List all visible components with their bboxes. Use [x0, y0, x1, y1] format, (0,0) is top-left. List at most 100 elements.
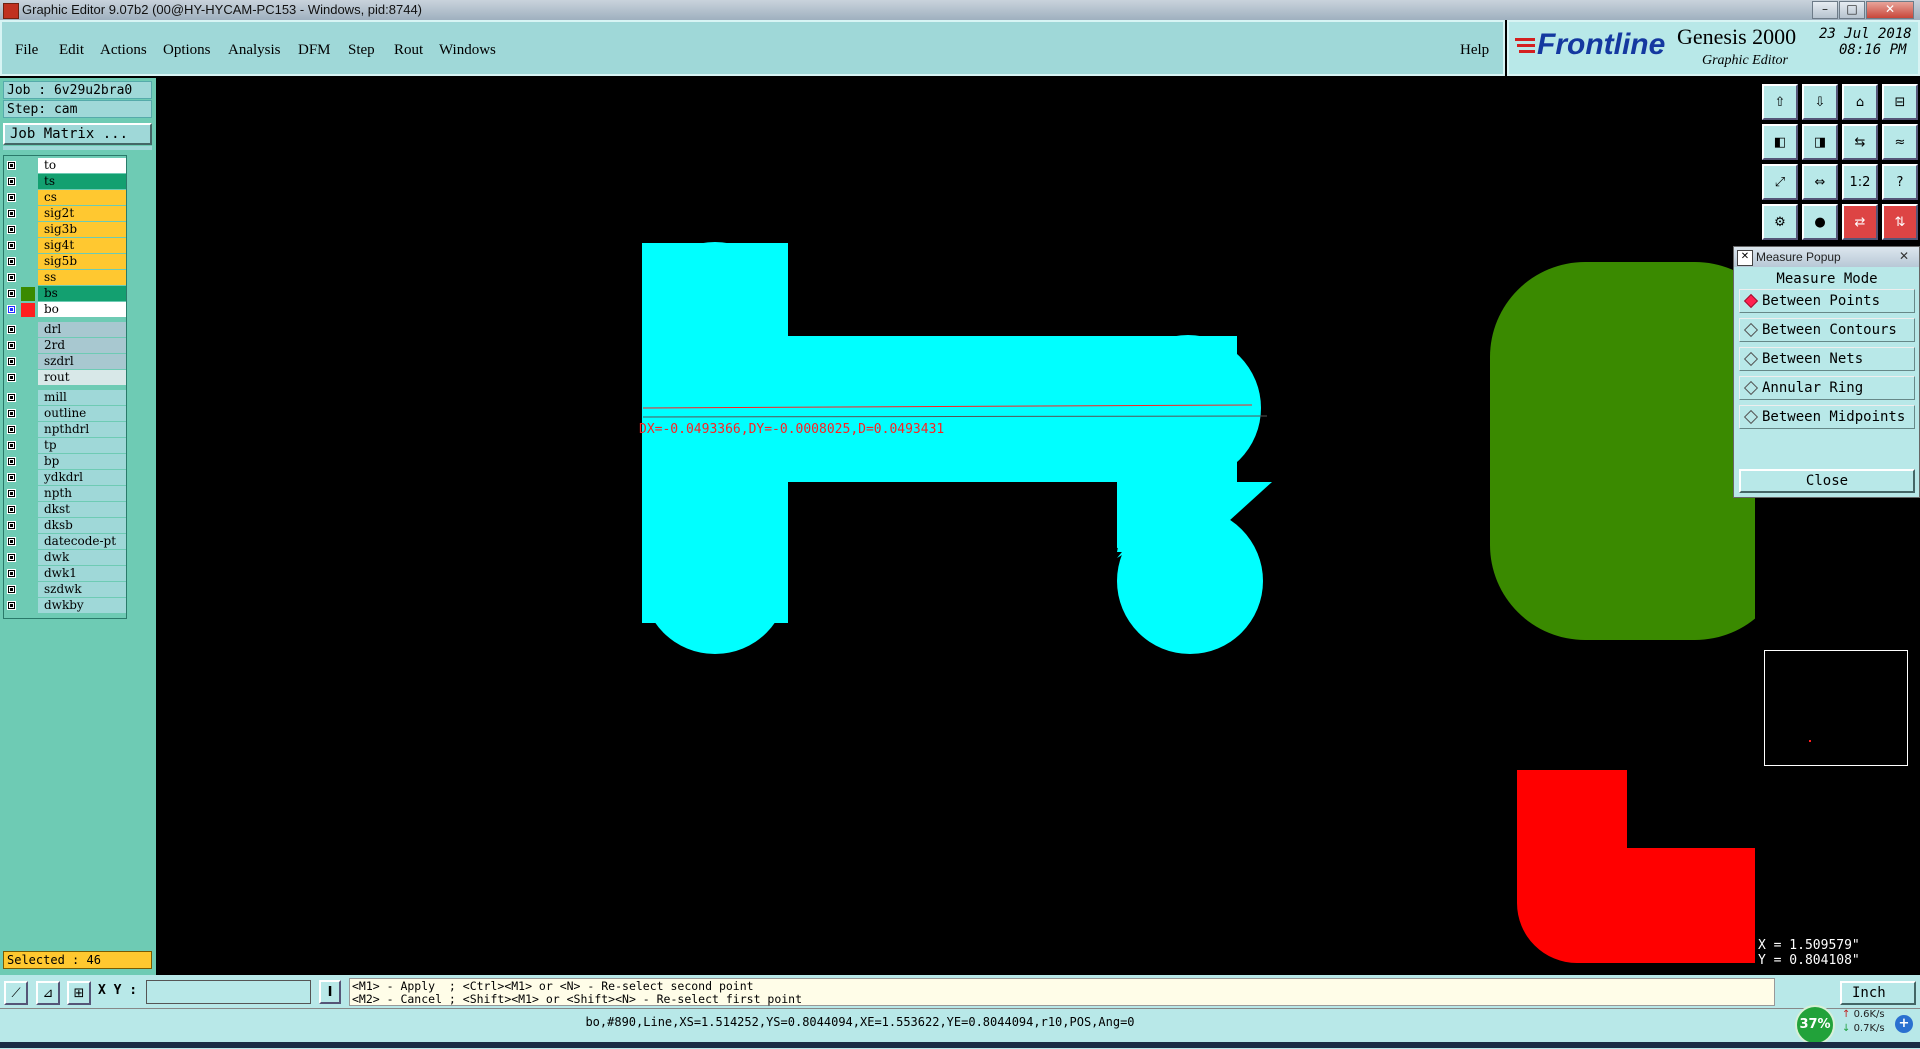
layer-name[interactable]: dwk1	[38, 566, 126, 581]
layer-row-sig4t[interactable]: sig4t	[4, 238, 126, 254]
layer-checkbox[interactable]	[7, 393, 16, 402]
measure-tool-icon[interactable]: ⊿	[36, 981, 60, 1005]
layer-name[interactable]: ts	[38, 174, 126, 189]
menu-help[interactable]: Help	[1460, 42, 1489, 59]
info-icon[interactable]: I	[319, 980, 341, 1004]
layer-color-swatch[interactable]	[21, 471, 35, 485]
layer-name[interactable]: ss	[38, 270, 126, 285]
layer-row-szdrl[interactable]: szdrl	[4, 354, 126, 370]
layer-color-swatch[interactable]	[21, 423, 35, 437]
layer-name[interactable]: cs	[38, 190, 126, 205]
layer-row-dksb[interactable]: dksb	[4, 518, 126, 534]
layer-row-sig2t[interactable]: sig2t	[4, 206, 126, 222]
grid-tool-icon[interactable]: ⊞	[67, 981, 91, 1005]
layer-checkbox[interactable]	[7, 341, 16, 350]
layer-color-swatch[interactable]	[21, 239, 35, 253]
layer-checkbox[interactable]	[7, 193, 16, 202]
layer-row-npthdrl[interactable]: npthdrl	[4, 422, 126, 438]
layer-checkbox[interactable]	[7, 569, 16, 578]
layer-color-swatch[interactable]	[21, 175, 35, 189]
option-between-contours[interactable]: Between Contours	[1739, 318, 1915, 342]
layer-color-swatch[interactable]	[21, 567, 35, 581]
layer-color-swatch[interactable]	[21, 255, 35, 269]
layer-color-swatch[interactable]	[21, 371, 35, 385]
layer-color-swatch[interactable]	[21, 159, 35, 173]
layer-row-datecode-pt[interactable]: datecode-pt	[4, 534, 126, 550]
layer-checkbox[interactable]	[7, 553, 16, 562]
layer-row-npth[interactable]: npth	[4, 486, 126, 502]
layer-row-drl[interactable]: drl	[4, 322, 126, 338]
layer-color-swatch[interactable]	[21, 519, 35, 533]
layer-color-swatch[interactable]	[21, 287, 35, 301]
layer-name[interactable]: bp	[38, 454, 126, 469]
layer-checkbox[interactable]	[7, 537, 16, 546]
zoom-back-icon[interactable]: ⇆	[1842, 124, 1878, 160]
layer-checkbox[interactable]	[7, 289, 16, 298]
option-between-nets[interactable]: Between Nets	[1739, 347, 1915, 371]
layer-name[interactable]: tp	[38, 438, 126, 453]
xy-input[interactable]	[146, 980, 311, 1004]
layer-checkbox[interactable]	[7, 257, 16, 266]
layer-name[interactable]: ydkdrl	[38, 470, 126, 485]
layer-checkbox[interactable]	[7, 489, 16, 498]
layer-row-sig3b[interactable]: sig3b	[4, 222, 126, 238]
layer-color-swatch[interactable]	[21, 271, 35, 285]
menu-edit[interactable]: Edit	[59, 42, 84, 59]
layer-color-swatch[interactable]	[21, 323, 35, 337]
layer-row-to[interactable]: to	[4, 158, 126, 174]
layer-color-swatch[interactable]	[21, 455, 35, 469]
layer-color-swatch[interactable]	[21, 487, 35, 501]
layer-checkbox[interactable]	[7, 241, 16, 250]
select-tool-icon[interactable]: ⟋	[4, 981, 28, 1005]
zoom-center-icon[interactable]: ⇔	[1802, 164, 1838, 200]
layer-color-swatch[interactable]	[21, 355, 35, 369]
layer-name[interactable]: sig2t	[38, 206, 126, 221]
layer-row-bp[interactable]: bp	[4, 454, 126, 470]
layer-checkbox[interactable]	[7, 585, 16, 594]
option-annular-ring[interactable]: Annular Ring	[1739, 376, 1915, 400]
job-matrix-button[interactable]: Job Matrix ...	[3, 123, 152, 145]
layer-row-cs[interactable]: cs	[4, 190, 126, 206]
panel-layout-icon[interactable]: ⊟	[1882, 84, 1918, 120]
layer-checkbox[interactable]	[7, 505, 16, 514]
zoom-fit-icon[interactable]: ⤢	[1762, 164, 1798, 200]
layer-checkbox[interactable]	[7, 273, 16, 282]
layer-row-ss[interactable]: ss	[4, 270, 126, 286]
layer-name[interactable]: to	[38, 158, 126, 173]
layer-row-outline[interactable]: outline	[4, 406, 126, 422]
network-meter[interactable]: 37%	[1795, 1005, 1835, 1045]
menu-analysis[interactable]: Analysis	[228, 42, 281, 59]
layer-color-swatch[interactable]	[21, 191, 35, 205]
layer-name[interactable]: datecode-pt	[38, 534, 126, 549]
layer-name[interactable]: npth	[38, 486, 126, 501]
menu-actions[interactable]: Actions	[100, 42, 147, 59]
route-icon[interactable]: ⇄	[1842, 204, 1878, 240]
help-icon[interactable]: ?	[1882, 164, 1918, 200]
option-between-points[interactable]: Between Points	[1739, 289, 1915, 313]
layer-checkbox[interactable]	[7, 325, 16, 334]
layer-name[interactable]: dwkby	[38, 598, 126, 613]
layer-checkbox[interactable]	[7, 521, 16, 530]
layer-checkbox[interactable]	[7, 373, 16, 382]
menu-dfm[interactable]: DFM	[298, 42, 331, 59]
pan-left-icon[interactable]: ◧	[1762, 124, 1798, 160]
layer-up-icon[interactable]: ⇧	[1762, 84, 1798, 120]
layer-name[interactable]: dkst	[38, 502, 126, 517]
layer-name[interactable]: rout	[38, 370, 126, 385]
layer-name[interactable]: dwk	[38, 550, 126, 565]
maximize-button[interactable]: □	[1839, 1, 1865, 19]
scale-icon[interactable]: 1:2	[1842, 164, 1878, 200]
layer-checkbox[interactable]	[7, 473, 16, 482]
menu-options[interactable]: Options	[163, 42, 211, 59]
layer-row-dwkby[interactable]: dwkby	[4, 598, 126, 614]
layer-row-bs[interactable]: bs	[4, 286, 126, 302]
snap-icon[interactable]: ≈	[1882, 124, 1918, 160]
layer-color-swatch[interactable]	[21, 391, 35, 405]
layer-row-szdwk[interactable]: szdwk	[4, 582, 126, 598]
menu-step[interactable]: Step	[348, 42, 375, 59]
layer-name[interactable]: sig4t	[38, 238, 126, 253]
layer-checkbox[interactable]	[7, 305, 16, 314]
home-icon[interactable]: ⌂	[1842, 84, 1878, 120]
close-icon[interactable]: ✕	[1894, 249, 1914, 263]
close-button[interactable]: Close	[1739, 469, 1915, 493]
